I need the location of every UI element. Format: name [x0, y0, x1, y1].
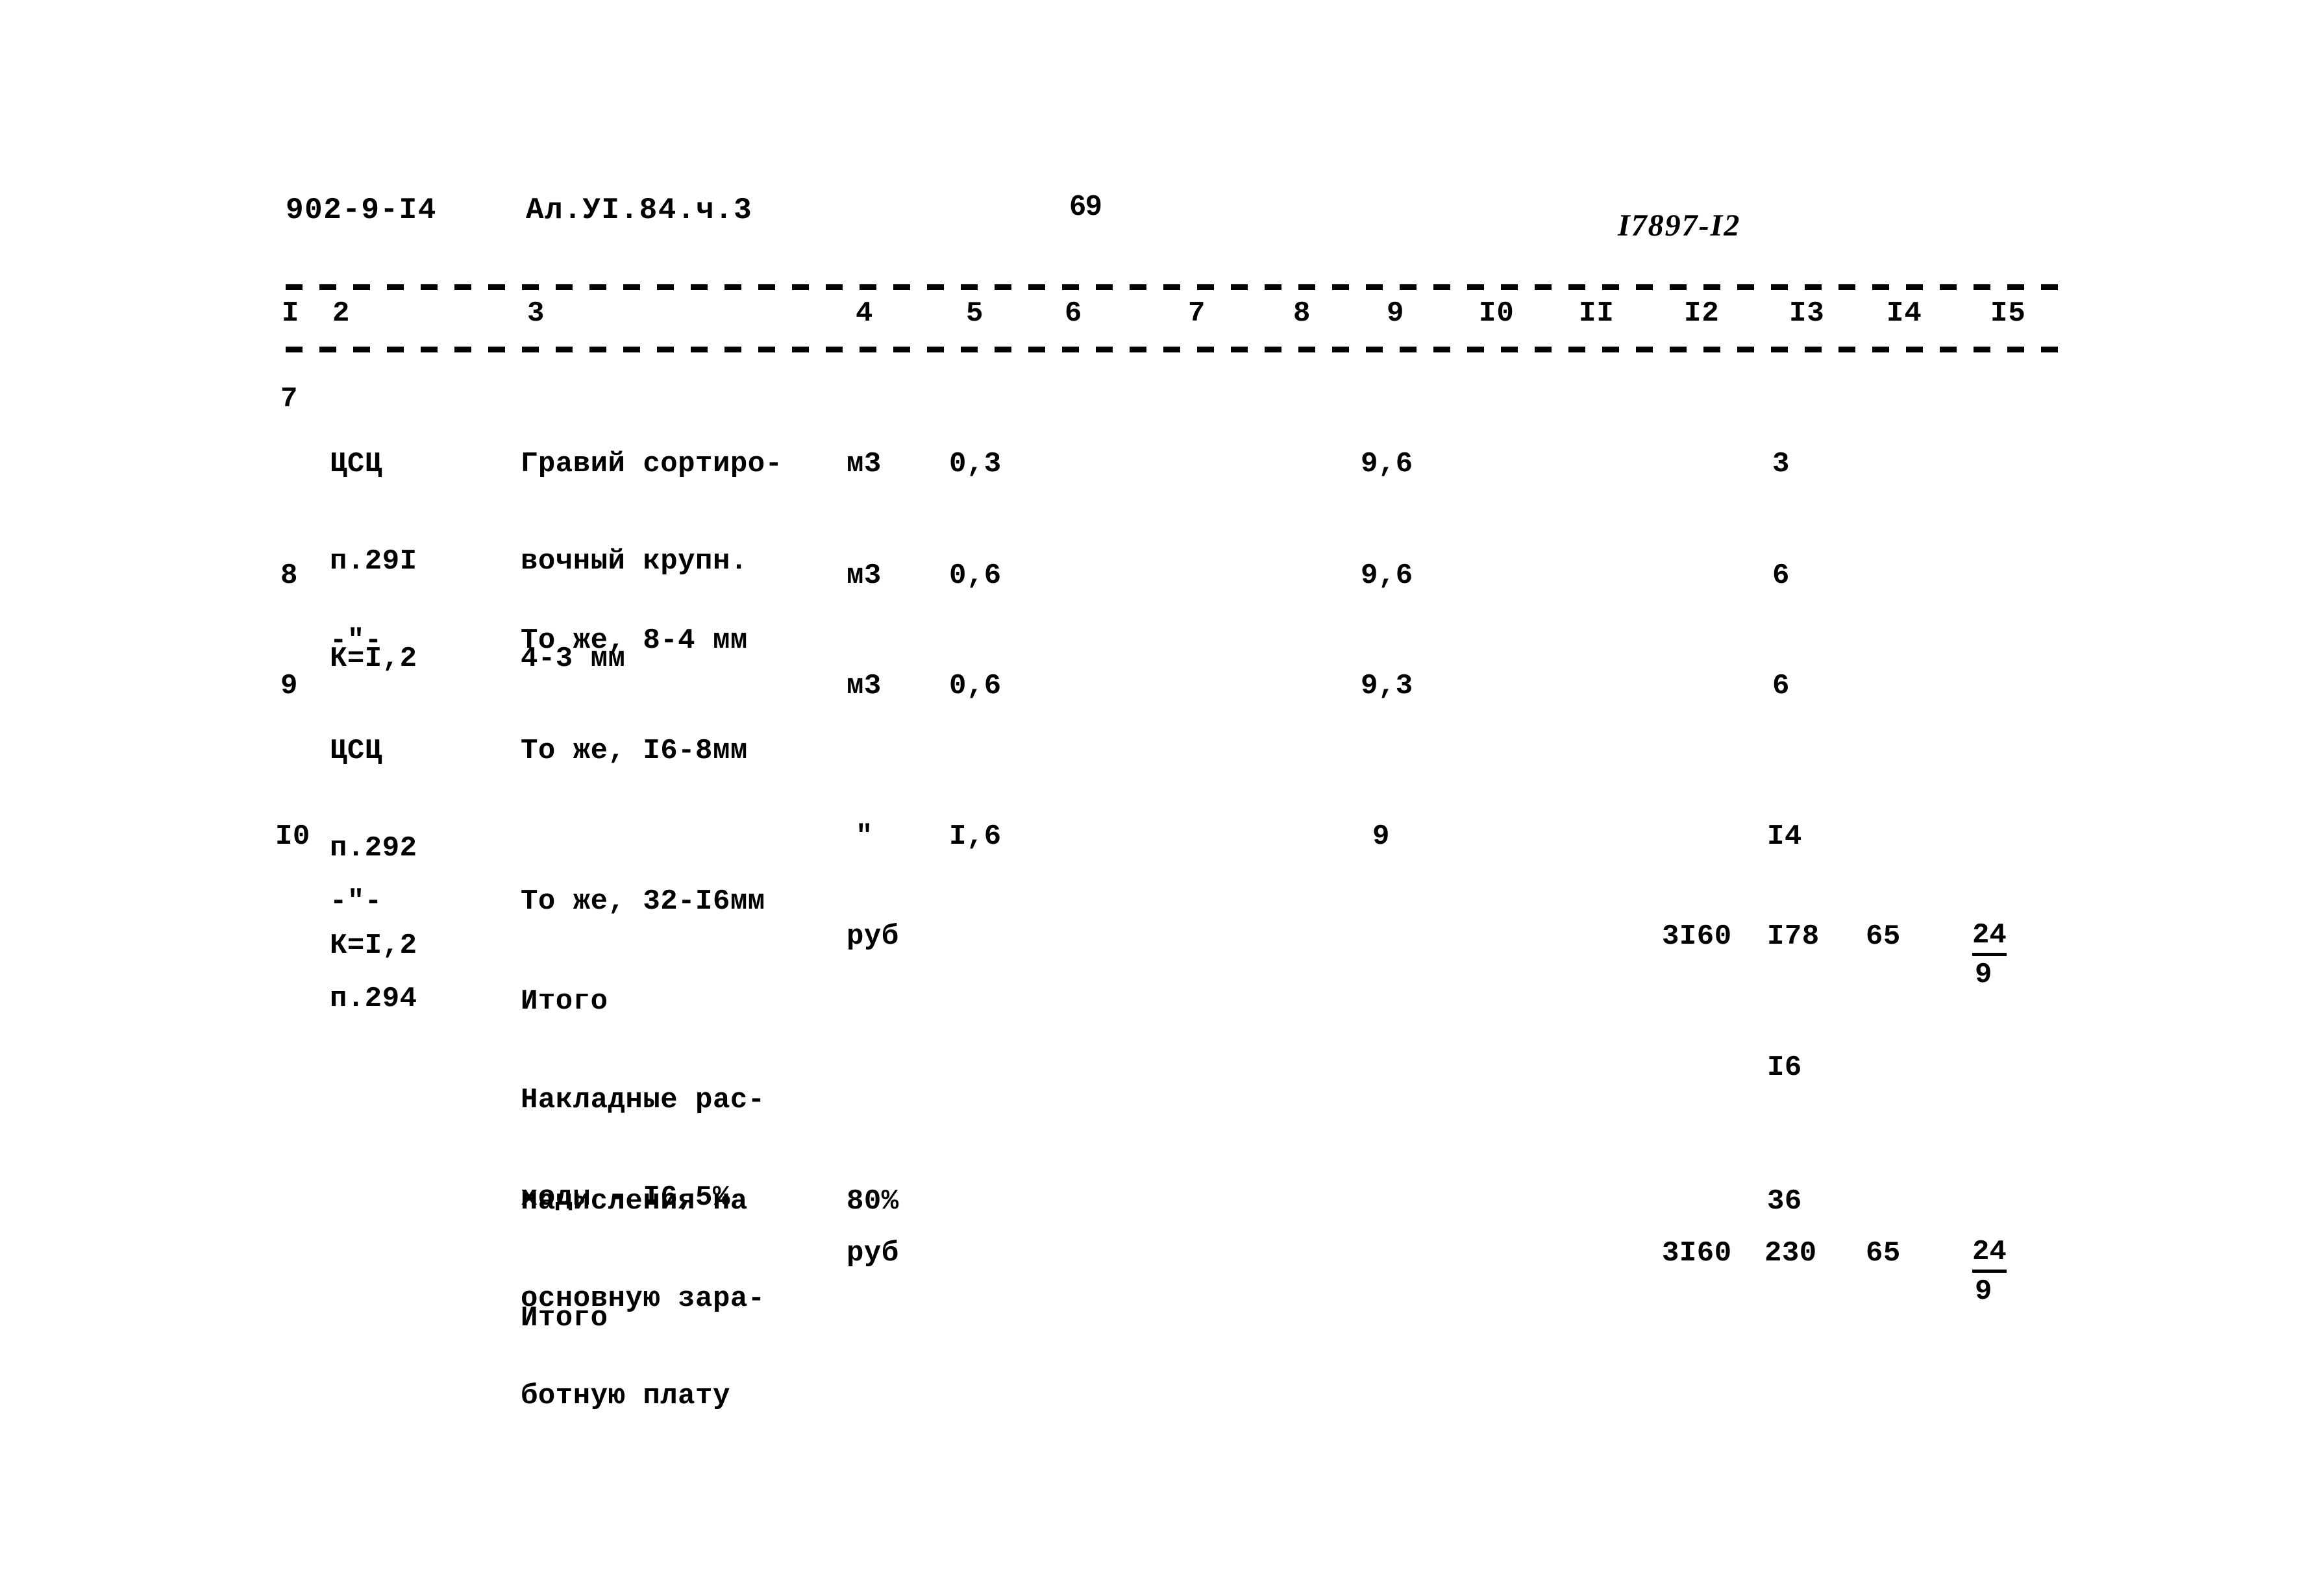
column-header-6: 6: [1065, 297, 1083, 330]
column-header-15: I5: [1990, 297, 2026, 330]
column-header-3: 3: [527, 297, 545, 330]
page-number: 69: [1070, 190, 1102, 221]
summary-unit: руб: [847, 1237, 899, 1270]
row-unit: м3: [847, 670, 882, 702]
description-line: То же, 8-4 мм: [521, 624, 748, 657]
description-line: То же, I6-8мм: [521, 735, 748, 767]
fraction-denominator: 9: [1975, 1275, 1992, 1308]
summary-label-line: Итого: [521, 1302, 608, 1334]
fraction-numerator: 24: [1972, 919, 2007, 956]
reference-line: -"-: [330, 885, 382, 918]
column-header-2: 2: [332, 297, 351, 330]
summary-label: Итого: [521, 1237, 608, 1399]
column-header-13: I3: [1789, 297, 1825, 330]
summary-col12-value: 3I60: [1662, 1237, 1732, 1270]
row-quantity: 0,6: [949, 559, 1002, 592]
column-header-1: I: [282, 297, 300, 330]
description-line: Гравий сортиро-: [521, 448, 783, 480]
summary-col13-value: I78: [1767, 920, 1820, 953]
column-header-7: 7: [1188, 297, 1206, 330]
row-col9-value: 9,3: [1361, 670, 1413, 702]
row-col13-value: 6: [1772, 559, 1790, 592]
description-line: То же, 32-I6мм: [521, 885, 765, 918]
row-col9-value: 9,6: [1361, 559, 1413, 592]
summary-col12-value: 3I60: [1662, 920, 1732, 953]
column-header-8: 8: [1293, 297, 1311, 330]
column-header-9: 9: [1387, 297, 1405, 330]
row-unit: м3: [847, 559, 882, 592]
document-code: 902-9-I4: [286, 193, 437, 227]
summary-col14-value: 65: [1866, 920, 1901, 953]
reference-line: ЦСЦ: [330, 448, 382, 480]
summary-col13-value: 36: [1767, 1185, 1802, 1218]
row-unit: м3: [847, 448, 882, 480]
reference-line: -"-: [330, 624, 382, 657]
fraction-numerator: 24: [1972, 1236, 2007, 1273]
row-unit: ": [856, 820, 873, 853]
column-header-10: I0: [1479, 297, 1515, 330]
row-quantity: 0,6: [949, 670, 1002, 702]
row-col9-value: 9,6: [1361, 448, 1413, 480]
table-rule-bottom: [286, 347, 2064, 352]
row-col9-value: 9: [1372, 820, 1390, 853]
reference-line: п.294: [330, 983, 417, 1015]
row-quantity: 0,3: [949, 448, 1002, 480]
fraction-denominator: 9: [1975, 959, 1992, 991]
row-number: 9: [280, 670, 298, 702]
row-number: 7: [280, 383, 298, 415]
summary-col14-value: 65: [1866, 1237, 1901, 1270]
summary-col15-fraction: 24 9: [1972, 919, 2007, 991]
column-header-11: II: [1579, 297, 1615, 330]
column-header-4: 4: [856, 297, 874, 330]
summary-label-line: Итого: [521, 985, 608, 1018]
table-rule-top: [286, 284, 2064, 290]
row-col13-value: 6: [1772, 670, 1790, 702]
summary-col13-value: 230: [1764, 1237, 1817, 1270]
row-col13-value: I4: [1767, 820, 1802, 853]
archive-stamp: I7897-I2: [1618, 208, 1741, 243]
summary-col13-value: I6: [1767, 1051, 1802, 1084]
column-header-14: I4: [1887, 297, 1922, 330]
column-header-5: 5: [966, 297, 984, 330]
row-number: 8: [280, 559, 298, 592]
summary-label-line: Начисления на: [521, 1185, 748, 1218]
summary-label-line: Накладные рас-: [521, 1084, 765, 1116]
row-col13-value: 3: [1772, 448, 1790, 480]
column-header-12: I2: [1684, 297, 1720, 330]
summary-col15-fraction: 24 9: [1972, 1236, 2007, 1308]
row-reference: -"- п.294: [330, 820, 417, 1080]
row-number: I0: [275, 820, 310, 853]
document-page: 902-9-I4 Ал.УI.84.ч.3 69 I7897-I2 I 2 3 …: [0, 0, 2302, 1596]
summary-unit: руб: [847, 920, 899, 953]
row-description: То же, I6-8мм: [521, 670, 748, 832]
album-reference: Ал.УI.84.ч.3: [526, 193, 753, 227]
summary-unit: 80%: [847, 1185, 899, 1218]
row-quantity: I,6: [949, 820, 1002, 853]
reference-line: ЦСЦ: [330, 735, 382, 767]
